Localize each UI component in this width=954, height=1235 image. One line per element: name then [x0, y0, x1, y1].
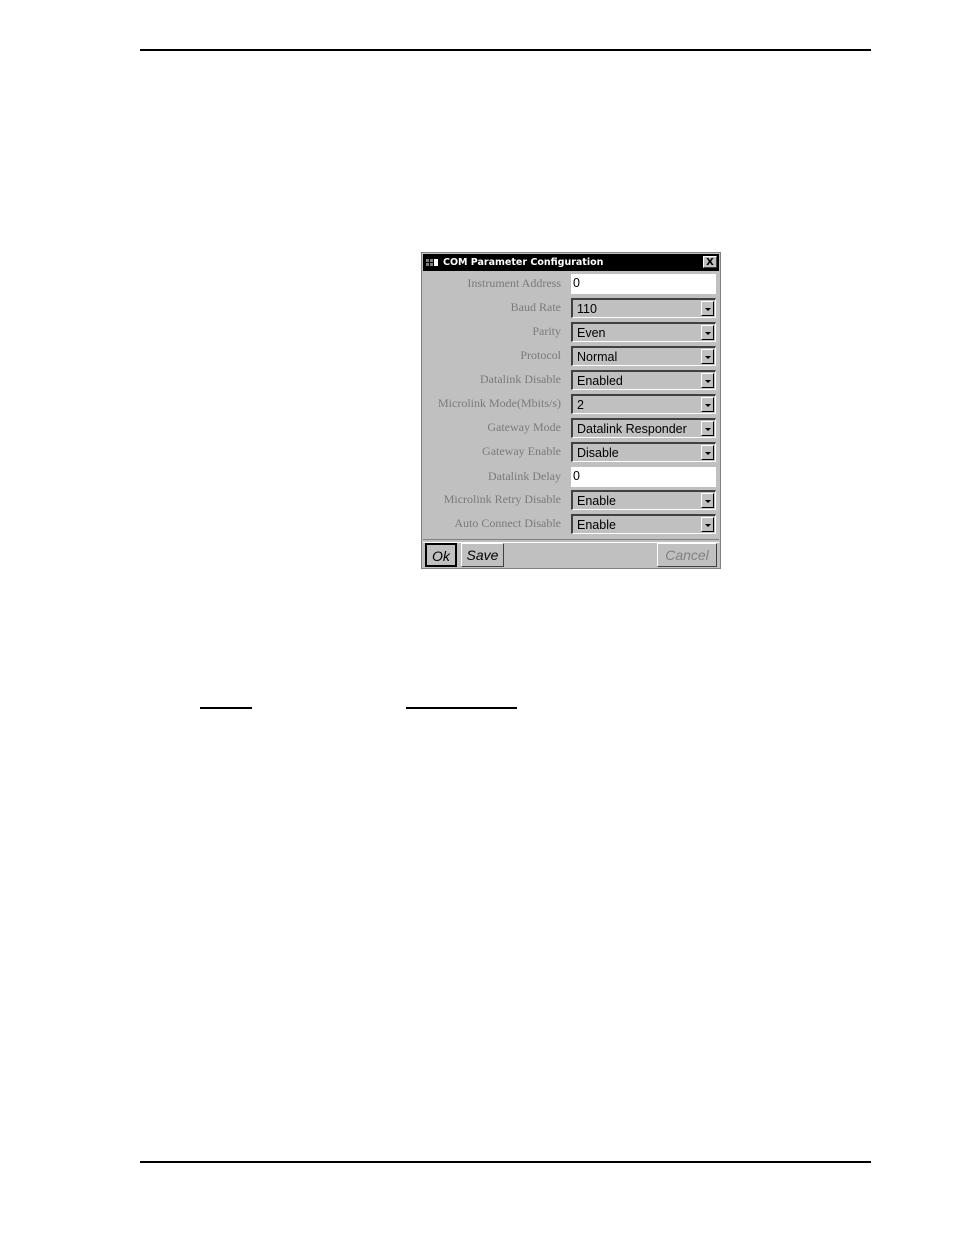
field-label: Parity: [532, 324, 561, 338]
field-label: Gateway Mode: [487, 420, 561, 434]
select-value: Enable: [577, 494, 616, 508]
field-datalink-delay: Datalink Delay 0: [422, 467, 720, 489]
chevron-down-icon[interactable]: [701, 493, 714, 508]
chevron-down-icon[interactable]: [701, 301, 714, 316]
field-gateway-mode: Gateway Mode Datalink Responder: [422, 418, 720, 440]
field-label: Auto Connect Disable: [454, 516, 561, 530]
ok-button[interactable]: Ok: [425, 543, 457, 567]
field-label: Datalink Delay: [488, 469, 561, 483]
gateway-mode-select[interactable]: Datalink Responder: [571, 418, 716, 438]
field-label: Instrument Address: [467, 276, 561, 290]
field-label: Protocol: [520, 348, 561, 362]
cancel-button[interactable]: Cancel: [657, 543, 717, 567]
select-value: Normal: [577, 350, 618, 364]
close-icon: X: [706, 257, 714, 268]
select-value: Datalink Responder: [577, 422, 687, 436]
datalink-delay-input[interactable]: 0: [571, 467, 716, 487]
field-baud-rate: Baud Rate 110: [422, 298, 720, 320]
heading-underline-2: [406, 707, 517, 709]
field-protocol: Protocol Normal: [422, 346, 720, 368]
field-microlink-mode: Microlink Mode(Mbits/s) 2: [422, 394, 720, 416]
microlink-retry-disable-select[interactable]: Enable: [571, 490, 716, 510]
select-value: Even: [577, 326, 606, 340]
field-label: Microlink Retry Disable: [443, 492, 561, 506]
heading-underline-1: [200, 707, 252, 709]
chevron-down-icon[interactable]: [701, 325, 714, 340]
parity-select[interactable]: Even: [571, 322, 716, 342]
select-value: 110: [577, 302, 597, 316]
select-value: Enable: [577, 518, 616, 532]
field-label: Baud Rate: [510, 300, 561, 314]
field-label: Gateway Enable: [482, 444, 561, 458]
field-parity: Parity Even: [422, 322, 720, 344]
select-value: Enabled: [577, 374, 623, 388]
chevron-down-icon[interactable]: [701, 349, 714, 364]
protocol-select[interactable]: Normal: [571, 346, 716, 366]
auto-connect-disable-select[interactable]: Enable: [571, 514, 716, 534]
field-instrument-address: Instrument Address 0: [422, 274, 720, 296]
datalink-disable-select[interactable]: Enabled: [571, 370, 716, 390]
dialog-title: COM Parameter Configuration: [443, 257, 604, 268]
field-gateway-enable: Gateway Enable Disable: [422, 442, 720, 464]
system-menu-icon[interactable]: [426, 258, 440, 268]
field-microlink-retry-disable: Microlink Retry Disable Enable: [422, 490, 720, 512]
com-parameter-dialog: COM Parameter Configuration X Instrument…: [421, 252, 721, 569]
select-value: 2: [577, 398, 584, 412]
select-value: Disable: [577, 446, 619, 460]
instrument-address-input[interactable]: 0: [571, 274, 716, 294]
chevron-down-icon[interactable]: [701, 445, 714, 460]
chevron-down-icon[interactable]: [701, 373, 714, 388]
dialog-titlebar: COM Parameter Configuration X: [423, 254, 719, 271]
header-rule: [140, 49, 871, 51]
field-label: Microlink Mode(Mbits/s): [438, 396, 561, 410]
chevron-down-icon[interactable]: [701, 421, 714, 436]
footer-rule: [140, 1161, 871, 1163]
chevron-down-icon[interactable]: [701, 517, 714, 532]
field-datalink-disable: Datalink Disable Enabled: [422, 370, 720, 392]
microlink-mode-select[interactable]: 2: [571, 394, 716, 414]
close-button[interactable]: X: [703, 256, 717, 268]
gateway-enable-select[interactable]: Disable: [571, 442, 716, 462]
save-button[interactable]: Save: [461, 543, 504, 567]
baud-rate-select[interactable]: 110: [571, 298, 716, 318]
field-auto-connect-disable: Auto Connect Disable Enable: [422, 514, 720, 536]
field-label: Datalink Disable: [480, 372, 561, 386]
chevron-down-icon[interactable]: [701, 397, 714, 412]
